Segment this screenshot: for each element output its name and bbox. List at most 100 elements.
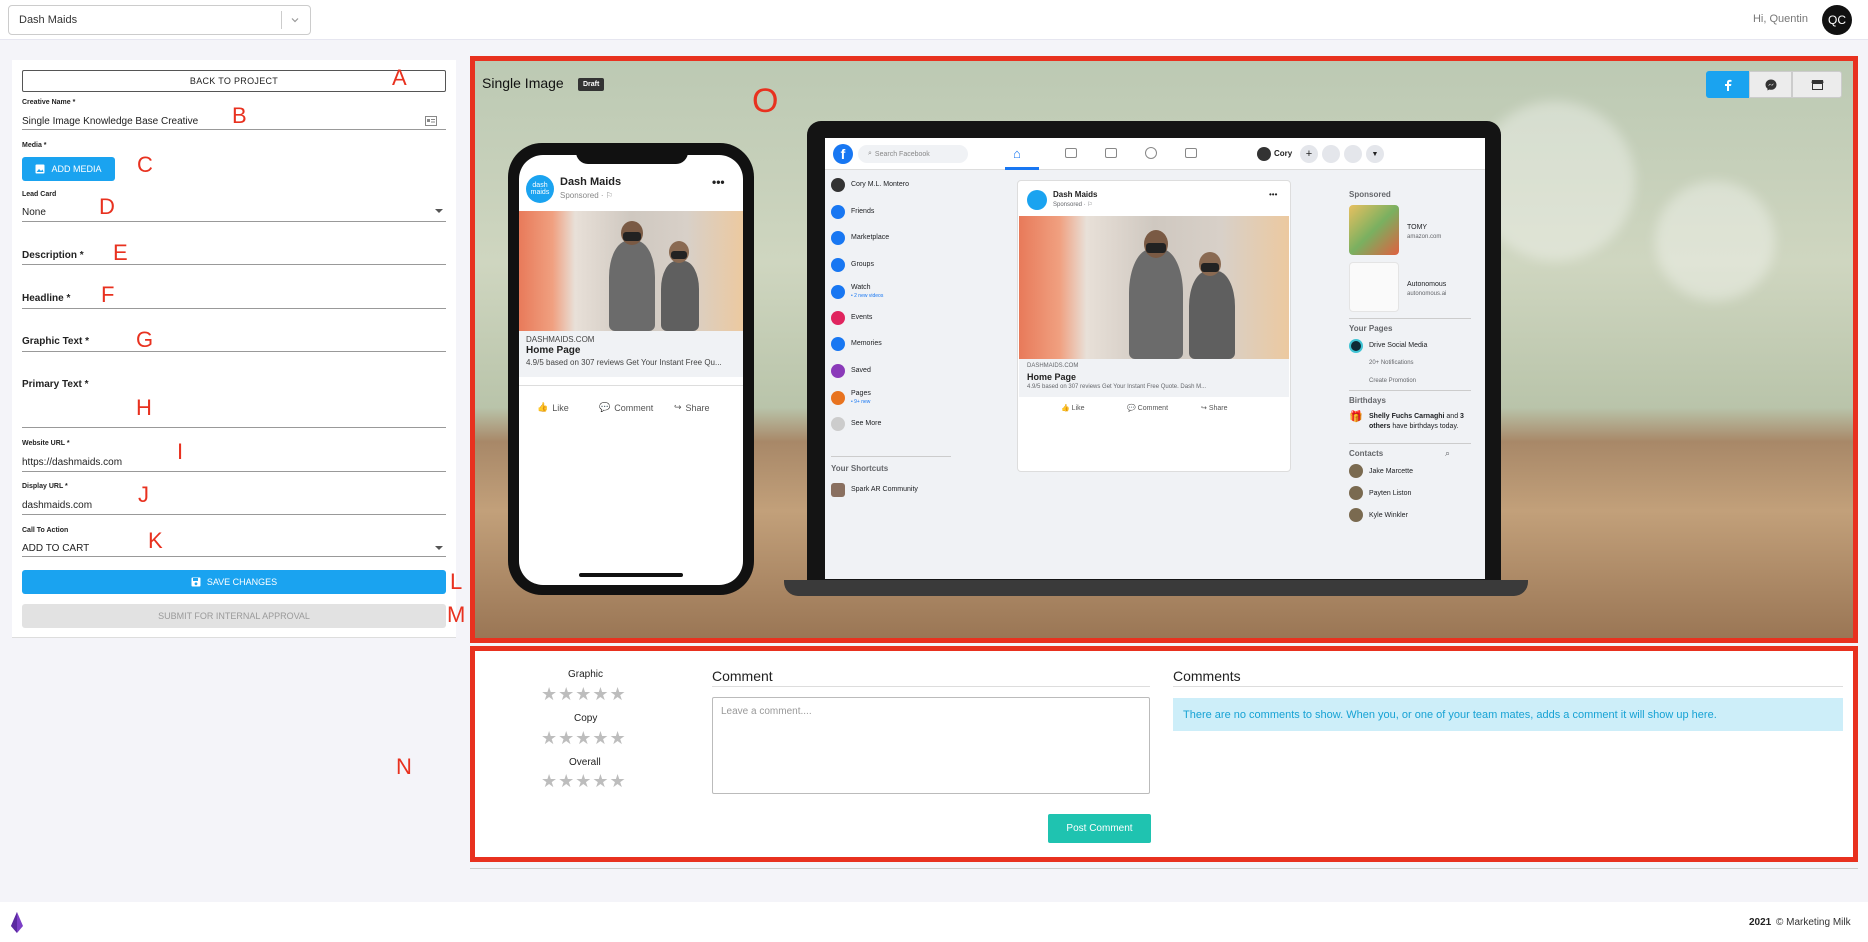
account-menu-icon[interactable]: ▼ <box>1366 145 1384 163</box>
dropdown-arrow-icon <box>435 209 443 213</box>
graphic-rating-label: Graphic <box>568 669 604 680</box>
facebook-logo-icon[interactable]: f <box>833 144 853 164</box>
save-changes-button[interactable]: SAVE CHANGES <box>22 570 446 594</box>
footer-brand: © Marketing Milk <box>1776 917 1851 928</box>
contact-item[interactable]: Payten Liston <box>1349 486 1411 500</box>
more-options-icon[interactable]: ••• <box>712 175 725 189</box>
chevron-down-icon <box>291 18 299 23</box>
copy-star-rating[interactable]: ★★★★★ <box>541 728 627 749</box>
id-card-icon[interactable] <box>425 116 437 126</box>
description-input[interactable] <box>22 264 446 265</box>
graphic-text-input[interactable] <box>22 351 446 352</box>
plus-icon[interactable]: + <box>1300 145 1318 163</box>
contact-item[interactable]: Jake Marcette <box>1349 464 1413 478</box>
select-divider <box>281 11 282 29</box>
fb-nav-item[interactable]: See More <box>831 416 881 431</box>
person-shape <box>1189 271 1235 359</box>
call-to-action-underline <box>22 556 446 557</box>
create-promotion-link[interactable]: Create Promotion <box>1369 378 1416 384</box>
nav-item-title: Watch <box>851 284 871 291</box>
nav-item-title: Cory M.L. Montero <box>851 181 909 188</box>
phone-like-button[interactable]: 👍 Like <box>537 402 569 413</box>
page-name[interactable]: Drive Social Media <box>1369 342 1427 349</box>
comment-label: Comment <box>614 402 654 413</box>
groups-icon[interactable] <box>1145 147 1157 159</box>
fb-nav-item[interactable]: Memories <box>831 337 882 351</box>
facebook-placement-toggle[interactable] <box>1706 71 1749 98</box>
call-to-action-select[interactable]: ADD TO CART <box>22 543 89 554</box>
review-panel <box>470 646 1858 862</box>
annotation-marker-l: L <box>450 569 463 594</box>
fb-nav-item[interactable]: Groups <box>831 257 874 272</box>
phone-page-name: Dash Maids <box>560 176 622 188</box>
overall-star-rating[interactable]: ★★★★★ <box>541 771 627 792</box>
facebook-icon <box>1724 79 1731 91</box>
messenger-placement-toggle[interactable] <box>1749 71 1792 98</box>
post-comment-button[interactable]: 💬 Comment <box>1127 404 1168 412</box>
creative-name-input[interactable]: Single Image Knowledge Base Creative <box>22 116 198 127</box>
nav-item-label: Events <box>851 314 872 322</box>
no-comments-alert: There are no comments to show. When you,… <box>1173 698 1843 731</box>
avatar <box>1349 486 1363 500</box>
fb-nav-item[interactable]: Pages • 9+ new <box>831 390 871 406</box>
sponsored-ad-thumbnail[interactable] <box>1349 205 1399 255</box>
call-to-action-label: Call To Action <box>22 527 69 534</box>
contact-item[interactable]: Kyle Winkler <box>1349 508 1408 522</box>
primary-text-input[interactable] <box>22 427 446 428</box>
avatar[interactable] <box>1257 147 1271 161</box>
more-options-icon[interactable]: ••• <box>1269 190 1277 199</box>
comment-textarea[interactable]: Leave a comment.... <box>712 697 1150 794</box>
watch-icon[interactable] <box>1065 148 1077 158</box>
annotation-marker-k: K <box>148 528 163 553</box>
graphic-text-label: Graphic Text * <box>22 336 90 347</box>
fb-nav-item[interactable]: Watch • 2 new videos <box>831 284 883 300</box>
messenger-icon[interactable] <box>1322 145 1340 163</box>
fb-nav-item[interactable]: Cory M.L. Montero <box>831 178 909 192</box>
nav-item-icon <box>831 310 845 325</box>
post-description: 4.9/5 based on 307 reviews Get Your Inst… <box>1027 384 1207 390</box>
annotation-marker-o: O <box>752 82 779 120</box>
nav-item-title: Memories <box>851 340 882 347</box>
comment-title: Comment <box>712 668 773 684</box>
search-icon[interactable]: ⌕ <box>1445 448 1450 459</box>
website-url-input[interactable]: https://dashmaids.com <box>22 457 122 468</box>
lead-card-select[interactable]: None <box>22 207 46 218</box>
fb-search-input[interactable]: ⌕ Search Facebook <box>858 145 968 163</box>
marketplace-icon[interactable] <box>1105 148 1117 158</box>
fb-nav-item[interactable]: Friends <box>831 204 874 219</box>
divider <box>712 686 1150 687</box>
headline-input[interactable] <box>22 308 446 309</box>
creative-name-underline <box>22 129 446 130</box>
avatar[interactable]: QC <box>1822 5 1852 35</box>
image-icon <box>35 164 45 174</box>
creative-name-label: Creative Name * <box>22 99 76 106</box>
sponsored-ad-thumbnail[interactable] <box>1349 262 1399 312</box>
post-like-button[interactable]: 👍 Like <box>1061 404 1085 412</box>
birthday-text: Shelly Fuchs Carnaghi and 3 others have … <box>1369 412 1469 432</box>
contact-name: Payten Liston <box>1369 489 1412 497</box>
fb-nav-item[interactable]: Events <box>831 310 872 325</box>
phone-comment-button[interactable]: 💬 Comment <box>599 402 653 413</box>
submit-approval-button[interactable]: SUBMIT FOR INTERNAL APPROVAL <box>22 604 446 628</box>
gaming-icon[interactable] <box>1185 148 1197 158</box>
post-share-button[interactable]: ↪ Share <box>1201 404 1228 412</box>
post-comment-button[interactable]: Post Comment <box>1048 814 1151 843</box>
contacts-title: Contacts <box>1349 449 1384 458</box>
shortcut-item[interactable]: Spark AR Community <box>851 486 918 493</box>
phone-share-button[interactable]: ↪ Share <box>674 402 710 413</box>
active-tab-indicator <box>1005 167 1039 170</box>
add-media-button[interactable]: ADD MEDIA <box>22 157 115 181</box>
back-to-project-button[interactable]: BACK TO PROJECT <box>22 70 446 92</box>
display-url-input[interactable]: dashmaids.com <box>22 500 92 511</box>
marketplace-placement-toggle[interactable] <box>1792 71 1842 98</box>
fb-nav-item[interactable]: Marketplace <box>831 231 889 245</box>
nav-item-title: Groups <box>851 260 874 268</box>
marketing-milk-logo-icon[interactable] <box>10 912 24 934</box>
bell-icon[interactable] <box>1344 145 1362 163</box>
project-select[interactable]: Dash Maids <box>8 5 311 35</box>
notifications-count[interactable]: 20+ Notifications <box>1369 360 1414 366</box>
home-icon[interactable]: ⌂ <box>1013 146 1021 161</box>
fb-nav-item[interactable]: Saved <box>831 363 871 378</box>
annotation-marker-a: A <box>392 65 407 90</box>
graphic-star-rating[interactable]: ★★★★★ <box>541 684 627 705</box>
